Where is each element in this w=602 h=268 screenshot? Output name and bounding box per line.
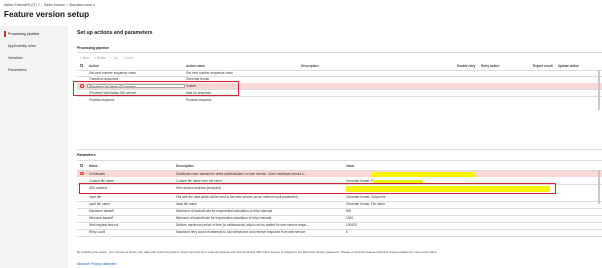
column-header-description[interactable]: Description <box>176 164 194 168</box>
redaction-mark <box>371 172 475 177</box>
column-header-enable-retry[interactable]: Enable retry <box>457 64 475 68</box>
privacy-statement-link[interactable]: Microsoft Privacy statement <box>77 262 116 266</box>
param-value-cell[interactable]: 100000 <box>346 223 357 227</box>
nav-item-processing-pipeline[interactable]: Processing pipeline <box>8 32 39 36</box>
param-name-cell: Input file name <box>89 202 110 207</box>
action-name-cell: Get next number sequence value <box>186 71 233 76</box>
page-title: Feature version setup <box>4 10 90 19</box>
divider <box>77 149 602 150</box>
param-name-cell: Certificates <box>89 171 105 176</box>
consent-notice: By enabling this action, you consent to … <box>77 250 438 254</box>
column-header-name[interactable]: Name <box>89 164 98 168</box>
column-header-description[interactable]: Description <box>301 64 319 68</box>
breadcrumb: Italian FatturaPA (IT) ? | Sales invoice | S… <box>4 3 95 7</box>
table-row[interactable]: Input file File with the data which will… <box>77 194 602 200</box>
column-header-update-action[interactable]: Update action <box>558 64 579 68</box>
table-row-selected[interactable]: Certificates Certificate chain needed fo… <box>77 170 602 177</box>
active-nav-marker <box>4 31 6 37</box>
action-cell: Process response <box>89 97 115 102</box>
annotation-box-pipeline-row <box>73 81 239 96</box>
new-button[interactable]: + New <box>80 56 89 60</box>
table-row[interactable]: Minimum backoff Minimum of backoff rate … <box>77 215 602 221</box>
parameters-group-label: Parameters <box>77 153 96 157</box>
divider <box>77 160 602 161</box>
column-header-retry-action[interactable]: Retry action <box>481 64 499 68</box>
action-cell: Get next number sequence value <box>89 71 136 76</box>
param-value-cell[interactable]: 1000 <box>346 216 353 220</box>
table-row[interactable]: Process response Process response <box>77 97 602 103</box>
param-description-cell: Maximum retry count of attempts to call … <box>176 230 306 235</box>
select-all-checkbox[interactable] <box>80 64 84 68</box>
pipeline-toolbar: + New × Delete ↑ Up ↓ Down <box>80 56 133 60</box>
param-value-cell[interactable]: 500 <box>346 209 351 213</box>
param-description-cell: Defines maximum period of time (in milli… <box>176 223 309 228</box>
divider <box>77 52 602 53</box>
table-row[interactable]: Maximum backoff Maximum of backoff rate … <box>77 208 602 214</box>
param-description-cell: Maximum of backoff rate for exponential … <box>176 209 273 214</box>
column-header-value[interactable]: Value <box>346 164 354 168</box>
view-selector[interactable]: Standard view ∨ <box>69 3 95 7</box>
param-name-cell: Minimum backoff <box>89 216 114 221</box>
pipeline-scrollbar[interactable] <box>598 70 600 110</box>
select-all-checkbox[interactable] <box>80 164 84 168</box>
parameters-scrollbar[interactable] <box>598 170 600 204</box>
section-title: Set up actions and parameters <box>77 30 153 36</box>
param-description-cell: File with the data which will be sent to… <box>176 195 298 200</box>
divider <box>77 235 602 236</box>
action-name-cell: Process response <box>186 97 212 102</box>
table-row[interactable]: Retry count Maximum retry count of attem… <box>77 229 602 235</box>
column-header-action[interactable]: Action <box>89 64 99 68</box>
param-name-cell: Input file <box>89 195 102 200</box>
column-header-export-result[interactable]: Export result <box>533 64 553 68</box>
column-header-action-name[interactable]: Action name <box>186 64 205 68</box>
table-row[interactable]: Input file name Input file name Generate… <box>77 201 602 207</box>
param-description-cell: Certificate chain needed for client auth… <box>176 171 307 176</box>
param-name-cell: Maximum backoff <box>89 209 114 214</box>
row-select-radio[interactable] <box>80 171 84 176</box>
param-value-cell[interactable]: Generate format: Output file <box>346 195 386 199</box>
param-name-cell: Web request timeout <box>89 223 119 228</box>
breadcrumb-separator: | <box>41 3 43 7</box>
param-value-cell[interactable]: 5 <box>346 230 348 234</box>
breadcrumb-format-name[interactable]: Italian FatturaPA (IT) ? <box>4 3 40 7</box>
param-description-cell: Minimum of backoff rate for exponential … <box>176 216 272 221</box>
param-description-cell: Input file name <box>176 202 197 207</box>
annotation-box-url-row <box>79 183 556 194</box>
delete-button[interactable]: × Delete <box>94 56 106 60</box>
nav-item-parameters[interactable]: Parameters <box>8 68 27 72</box>
move-down-button[interactable]: ↓ Down <box>123 56 134 60</box>
param-value-cell[interactable]: Generate format: File name <box>346 202 385 206</box>
param-name-cell: Retry count <box>89 230 106 235</box>
table-row[interactable]: Web request timeout Defines maximum peri… <box>77 222 602 228</box>
left-nav: Processing pipeline Applicability rules … <box>0 26 68 268</box>
nav-item-applicability-rules[interactable]: Applicability rules <box>8 44 36 48</box>
nav-item-variables[interactable]: Variables <box>8 56 23 60</box>
breadcrumb-format-type: Sales invoice <box>43 3 66 7</box>
breadcrumb-separator: | <box>66 3 68 7</box>
pipeline-group-label: Processing pipeline <box>77 46 110 50</box>
move-up-button[interactable]: ↑ Up <box>111 56 118 60</box>
